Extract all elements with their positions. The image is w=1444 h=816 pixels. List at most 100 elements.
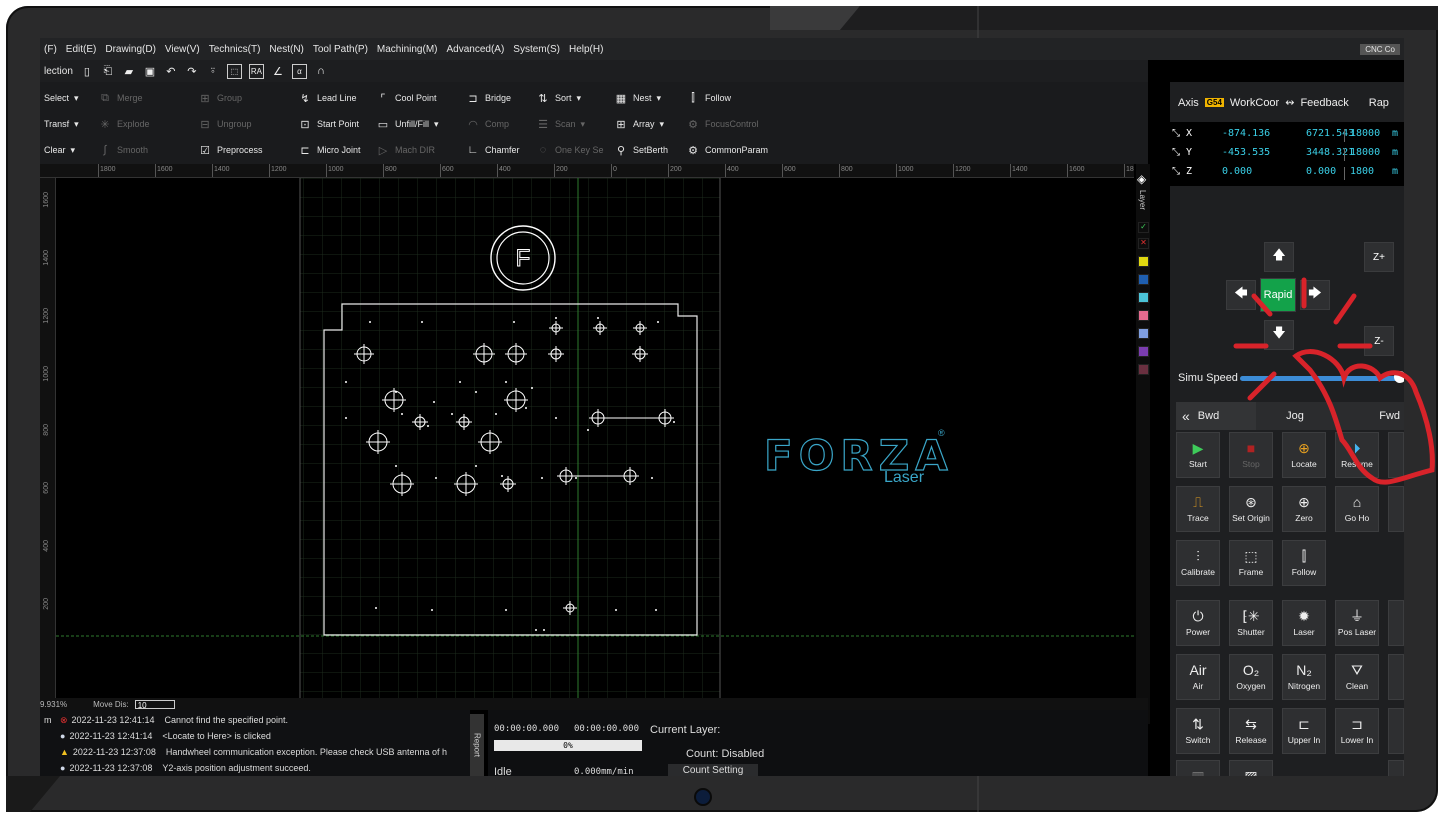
- g54-badge[interactable]: G54: [1204, 98, 1224, 107]
- simu-speed-handle[interactable]: [1394, 371, 1404, 383]
- rapid-button[interactable]: Rapid: [1260, 278, 1296, 312]
- smooth-button[interactable]: ∫ Smooth: [98, 142, 148, 158]
- group-button[interactable]: ⊞ Group: [198, 90, 242, 106]
- clear-dropdown[interactable]: Clear ▾: [44, 142, 75, 158]
- one-key-button[interactable]: ◌ One Key Se: [536, 142, 604, 158]
- alpha-icon[interactable]: α: [291, 63, 307, 79]
- sort-button[interactable]: ⇅ Sort ▾: [536, 90, 581, 106]
- locate-button[interactable]: ⊕ Locate: [1282, 432, 1326, 478]
- start-button[interactable]: ▶ Start: [1176, 432, 1220, 478]
- menu-item-1[interactable]: Edit(E): [66, 44, 97, 55]
- mach-dir-button[interactable]: ▷ Mach DIR: [376, 142, 435, 158]
- common-param-button[interactable]: ⚙ CommonParam: [686, 142, 768, 158]
- count-setting-button[interactable]: Count Setting: [668, 764, 758, 776]
- menu-item-10[interactable]: Help(H): [569, 44, 603, 55]
- shutter-button[interactable]: ⁅✳ Shutter: [1229, 600, 1273, 646]
- menu-item-2[interactable]: Drawing(D): [105, 44, 156, 55]
- layer-color-swatch[interactable]: [1138, 346, 1149, 357]
- laser-button[interactable]: ✹ Laser: [1282, 600, 1326, 646]
- trace-button[interactable]: ⎍ Trace: [1176, 486, 1220, 532]
- oxygen-button[interactable]: O₂ Oxygen: [1229, 654, 1273, 700]
- follow-button[interactable]: ⫿ Follow: [1282, 540, 1326, 586]
- ungroup-button[interactable]: ⊟ Ungroup: [198, 116, 251, 132]
- cool-point-button[interactable]: ⌜ Cool Point: [376, 90, 436, 106]
- lead-line-button[interactable]: ↯ Lead Line: [298, 90, 356, 106]
- clipped-action-button[interactable]: [1388, 708, 1404, 754]
- switch-button[interactable]: ⇅ Switch: [1176, 708, 1220, 754]
- nest-button[interactable]: ▦ Nest ▾: [614, 90, 661, 106]
- jog-down-button[interactable]: 🡇: [1264, 320, 1294, 350]
- array-button[interactable]: ⊞ Array ▾: [614, 116, 664, 132]
- menu-item-7[interactable]: Machining(M): [377, 44, 438, 55]
- curtain-button[interactable]: ▥Curtain: [1176, 760, 1220, 776]
- release-button[interactable]: ⇆ Release: [1229, 708, 1273, 754]
- backward-button[interactable]: « Bwd: [1176, 402, 1256, 430]
- layer-color-swatch[interactable]: [1138, 310, 1149, 321]
- focus-control-button[interactable]: ⚙ FocusControl: [686, 116, 758, 132]
- cut-sheet-button[interactable]: ▨Cut Sheet: [1229, 760, 1273, 776]
- zero-button[interactable]: ⊕ Zero: [1282, 486, 1326, 532]
- scan-button[interactable]: ☰ Scan ▾: [536, 116, 585, 132]
- clipped-action-button[interactable]: [1388, 654, 1404, 700]
- stop-button[interactable]: ■ Stop: [1229, 432, 1273, 478]
- simu-speed-slider[interactable]: [1240, 376, 1400, 381]
- chamfer-button[interactable]: ∟ Chamfer: [466, 142, 520, 158]
- z-minus-button[interactable]: Z-: [1364, 326, 1394, 356]
- fit-view-icon[interactable]: ⬚: [226, 63, 242, 79]
- frame-button[interactable]: ⬚ Frame: [1229, 540, 1273, 586]
- menu-item-6[interactable]: Tool Path(P): [313, 44, 368, 55]
- set-origin-button[interactable]: ⊛ Set Origin: [1229, 486, 1273, 532]
- layer-color-swatch[interactable]: [1138, 292, 1149, 303]
- comp-button[interactable]: ◠ Comp: [466, 116, 509, 132]
- lower-in-button[interactable]: ⊐ Lower In: [1335, 708, 1379, 754]
- layers-stack-icon[interactable]: ◈: [1137, 172, 1146, 186]
- layer-cross-icon[interactable]: ✕: [1138, 238, 1149, 249]
- clipped-action-button[interactable]: [1388, 486, 1404, 532]
- layer-color-swatch[interactable]: [1138, 256, 1149, 267]
- micro-joint-button[interactable]: ⊏ Micro Joint: [298, 142, 360, 158]
- layer-color-swatch[interactable]: [1138, 274, 1149, 285]
- setberth-button[interactable]: ⚲ SetBerth: [614, 142, 668, 158]
- follow-ribbon-button[interactable]: ⫿ Follow: [686, 90, 731, 106]
- resume-button[interactable]: ⏵ Resume: [1335, 432, 1379, 478]
- menu-item-4[interactable]: Technics(T): [209, 44, 261, 55]
- menu-item-8[interactable]: Advanced(A): [446, 44, 504, 55]
- select-dropdown[interactable]: Select ▾: [44, 90, 79, 106]
- bridge-button[interactable]: ⊐ Bridge: [466, 90, 511, 106]
- explode-button[interactable]: ✳ Explode: [98, 116, 149, 132]
- clipped-action-button[interactable]: [1388, 760, 1404, 776]
- merge-button[interactable]: ⧉ Merge: [98, 90, 142, 106]
- new-file-icon[interactable]: ▯: [80, 64, 94, 78]
- power-button[interactable]: ⏻ Power: [1176, 600, 1220, 646]
- clipped-action-button[interactable]: [1388, 600, 1404, 646]
- start-point-button[interactable]: ⊡ Start Point: [298, 116, 359, 132]
- clean-button[interactable]: ⛛ Clean: [1335, 654, 1379, 700]
- undo-icon[interactable]: ↶: [164, 64, 178, 78]
- layer-check-icon[interactable]: ✓: [1138, 222, 1149, 233]
- clipped-action-button[interactable]: [1388, 432, 1404, 478]
- forward-button[interactable]: Fwd: [1334, 402, 1404, 430]
- report-tab[interactable]: Report: [470, 714, 484, 776]
- snap-icon[interactable]: ⍤: [206, 64, 220, 78]
- nitrogen-button[interactable]: N₂ Nitrogen: [1282, 654, 1326, 700]
- path-icon[interactable]: ∩: [314, 64, 328, 78]
- jog-left-button[interactable]: 🡄: [1226, 280, 1256, 310]
- go-ho-button[interactable]: ⌂ Go Ho: [1335, 486, 1379, 532]
- menu-item-0[interactable]: (F): [44, 44, 57, 55]
- menu-item-9[interactable]: System(S): [513, 44, 560, 55]
- pos-laser-button[interactable]: ⏚ Pos Laser: [1335, 600, 1379, 646]
- z-plus-button[interactable]: Z+: [1364, 242, 1394, 272]
- unfill-button[interactable]: ▭ Unfill/Fill ▾: [376, 116, 439, 132]
- jog-up-button[interactable]: 🡅: [1264, 242, 1294, 272]
- redo-icon[interactable]: ↷: [185, 64, 199, 78]
- save-icon[interactable]: ▣: [143, 64, 157, 78]
- menu-item-5[interactable]: Nest(N): [269, 44, 303, 55]
- preprocess-checkbox[interactable]: ☑ Preprocess: [198, 142, 262, 158]
- upper-in-button[interactable]: ⊏ Upper In: [1282, 708, 1326, 754]
- open-folder-icon[interactable]: ▰: [122, 64, 136, 78]
- import-icon[interactable]: ⎗: [101, 64, 115, 78]
- calibrate-button[interactable]: ⫶ Calibrate: [1176, 540, 1220, 586]
- move-dis-input[interactable]: 10: [134, 699, 175, 710]
- transform-dropdown[interactable]: Transf ▾: [44, 116, 79, 132]
- measure-icon[interactable]: ∠: [271, 64, 285, 78]
